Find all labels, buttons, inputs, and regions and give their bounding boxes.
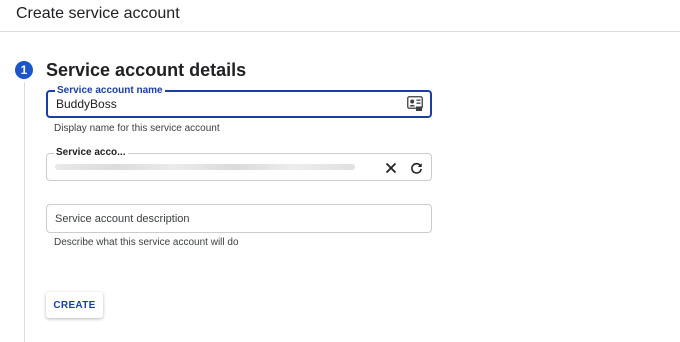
service-account-id-label: Service acco... [54, 147, 128, 158]
create-button[interactable]: CREATE [46, 292, 103, 318]
service-account-name-helper: Display name for this service account [54, 123, 220, 134]
step-number-badge: 1 [15, 61, 33, 79]
service-account-description-field[interactable]: Service account description [46, 204, 432, 233]
step-title: Service account details [46, 60, 247, 80]
top-bar: Create service account [0, 0, 680, 32]
service-account-name-value[interactable]: BuddyBoss [56, 97, 117, 111]
contact-card-icon[interactable] [407, 96, 423, 111]
page-title: Create service account [16, 5, 180, 22]
service-account-name-label: Service account name [55, 85, 165, 96]
redacted-id-value [55, 164, 355, 170]
refresh-icon[interactable] [408, 160, 424, 176]
close-icon[interactable] [383, 160, 399, 176]
service-account-id-field[interactable]: Service acco... [46, 147, 432, 181]
step-connector-line [24, 82, 25, 342]
service-account-name-field[interactable]: Service account name BuddyBoss [46, 85, 432, 118]
service-account-description-helper: Describe what this service account will … [54, 237, 239, 248]
service-account-description-placeholder[interactable]: Service account description [55, 213, 190, 225]
